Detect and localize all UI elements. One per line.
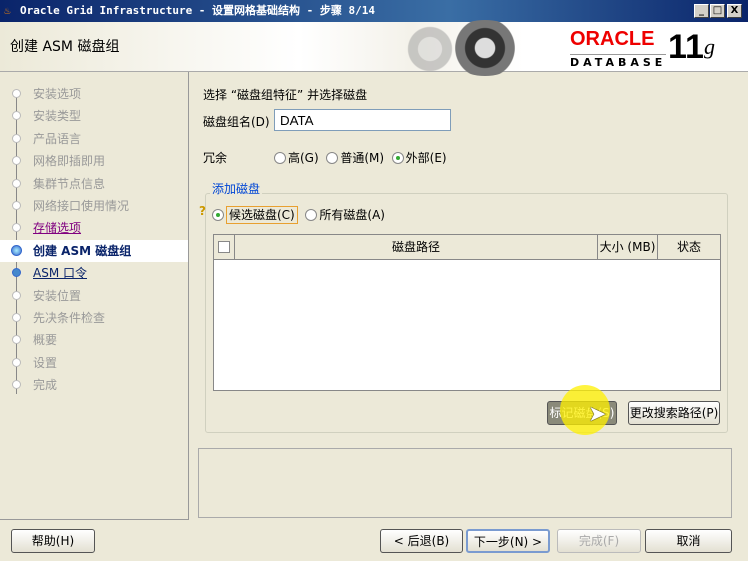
radio-selected-icon — [391, 152, 404, 164]
step-label: 概要 — [33, 333, 58, 348]
step-label: 设置 — [33, 355, 58, 370]
disk-table: 磁盘路径 大小 (MB) 状态 — [213, 234, 721, 391]
step-marker-icon — [12, 335, 21, 345]
sidebar-step-item[interactable]: ASM 口令 — [0, 262, 188, 284]
page-title: 创建 ASM 磁盘组 — [10, 39, 120, 55]
sidebar-step-item[interactable]: 创建 ASM 磁盘组 — [0, 239, 188, 262]
message-pane — [198, 448, 732, 518]
step-marker-icon — [12, 313, 21, 322]
diskgroup-name-input[interactable] — [274, 109, 451, 131]
select-all-checkbox[interactable] — [214, 235, 235, 260]
maximize-button[interactable]: □ — [710, 4, 725, 18]
sidebar-step-item: 先决条件检查 — [0, 307, 188, 329]
sidebar-step-item: 网格即插即用 — [0, 150, 188, 172]
diskgroup-name-label: 磁盘组名(D) — [203, 115, 270, 129]
sidebar-step-item: 安装选项 — [0, 83, 188, 105]
step-label: 网格即插即用 — [33, 154, 106, 169]
redundancy-normal-radio[interactable]: 普通(M) — [326, 151, 384, 165]
column-header-size[interactable]: 大小 (MB) — [598, 235, 658, 260]
title-bar: ♨ Oracle Grid Infrastructure - 设置网格基础结构 … — [0, 0, 748, 22]
disk-filter-group: 候选磁盘(C) 所有磁盘(A) — [212, 206, 385, 224]
sidebar-step-item[interactable]: 存储选项 — [0, 217, 188, 239]
add-disks-legend: 添加磁盘 — [210, 180, 263, 197]
step-marker-icon — [12, 357, 21, 367]
minimize-button[interactable]: _ — [694, 4, 709, 18]
step-label: 安装选项 — [33, 87, 82, 101]
step-marker-icon — [12, 268, 21, 278]
sidebar-step-item: 产品语言 — [0, 128, 188, 150]
redundancy-group: 高(G) 普通(M) 外部(E) — [274, 149, 447, 166]
step-label: 产品语言 — [33, 131, 82, 146]
all-disks-radio[interactable]: 所有磁盘(A) — [305, 208, 385, 222]
radio-label: 外部(E) — [405, 151, 447, 165]
version-logo: 11g — [668, 28, 715, 66]
radio-label: 普通(M) — [340, 151, 385, 165]
oracle-logo: ORACLE — [570, 28, 655, 50]
radio-icon — [326, 152, 339, 164]
sidebar-step-item: 设置 — [0, 352, 188, 374]
sidebar-step-item: 安装位置 — [0, 285, 188, 307]
step-marker-icon — [12, 178, 21, 188]
close-button[interactable]: X — [727, 4, 742, 18]
step-marker-icon — [12, 89, 21, 98]
redundancy-high-radio[interactable]: 高(G) — [274, 151, 319, 165]
radio-label: 候选磁盘(C) — [226, 206, 298, 224]
database-gear-icon — [445, 20, 525, 76]
step-label: 完成 — [33, 378, 58, 393]
step-marker-icon — [12, 380, 21, 390]
sidebar-step-item: 完成 — [0, 374, 188, 396]
back-button[interactable]: < 后退(B) — [380, 529, 463, 553]
step-label: 先决条件检查 — [33, 311, 106, 325]
redundancy-label: 冗余 — [203, 151, 228, 165]
step-marker-icon — [12, 133, 21, 143]
database-label: DATABASE — [570, 54, 667, 69]
step-label: 集群节点信息 — [33, 176, 106, 191]
sidebar-step-item: 安装类型 — [0, 105, 188, 127]
column-header-path[interactable]: 磁盘路径 — [235, 235, 598, 260]
sidebar-step-item: 集群节点信息 — [0, 173, 188, 195]
step-marker-icon — [12, 201, 21, 210]
step-marker-icon — [12, 290, 21, 300]
step-marker-icon — [11, 244, 22, 256]
change-discovery-path-button[interactable]: 更改搜索路径(P) — [628, 401, 720, 425]
java-icon: ♨ — [4, 4, 11, 17]
radio-icon — [305, 209, 318, 221]
help-button[interactable]: 帮助(H) — [11, 529, 95, 553]
checkbox-icon — [218, 241, 230, 253]
instruction-text: 选择 “磁盘组特征” 并选择磁盘 — [203, 88, 368, 102]
next-button[interactable]: 下一步(N) > — [466, 529, 550, 553]
step-marker-icon — [12, 156, 21, 166]
step-label: 网络接口使用情况 — [33, 199, 130, 213]
step-label: ASM 口令 — [33, 266, 87, 281]
mouse-cursor-icon: ➤ — [588, 402, 607, 427]
radio-label: 高(G) — [288, 151, 319, 165]
column-header-status[interactable]: 状态 — [658, 235, 720, 260]
step-label: 存储选项 — [33, 221, 82, 236]
cancel-button[interactable]: 取消 — [645, 529, 732, 553]
window-title: Oracle Grid Infrastructure - 设置网格基础结构 - … — [20, 4, 376, 17]
step-marker-icon — [12, 223, 21, 233]
radio-label: 所有磁盘(A) — [319, 208, 385, 222]
radio-selected-icon — [212, 209, 224, 221]
sidebar-step-item: 概要 — [0, 329, 188, 351]
step-label: 创建 ASM 磁盘组 — [33, 243, 132, 258]
sidebar-step-item: 网络接口使用情况 — [0, 195, 188, 217]
header-banner: 创建 ASM 磁盘组 ORACLE DATABASE 11g — [0, 20, 748, 76]
redundancy-external-radio[interactable]: 外部(E) — [391, 151, 447, 165]
radio-icon — [274, 152, 286, 164]
step-label: 安装类型 — [33, 109, 82, 124]
hint-icon: ? — [199, 204, 206, 218]
version-suffix: g — [703, 34, 715, 59]
step-marker-icon — [12, 111, 21, 121]
candidate-disks-radio[interactable]: 候选磁盘(C) — [212, 206, 298, 224]
step-label: 安装位置 — [33, 288, 82, 303]
steps-sidebar: 安装选项安装类型产品语言网格即插即用 集群节点信息网络接口使用情况 存储选项创建 A… — [0, 72, 189, 520]
version-number: 11 — [668, 28, 704, 66]
finish-button[interactable]: 完成(F) — [557, 529, 641, 553]
